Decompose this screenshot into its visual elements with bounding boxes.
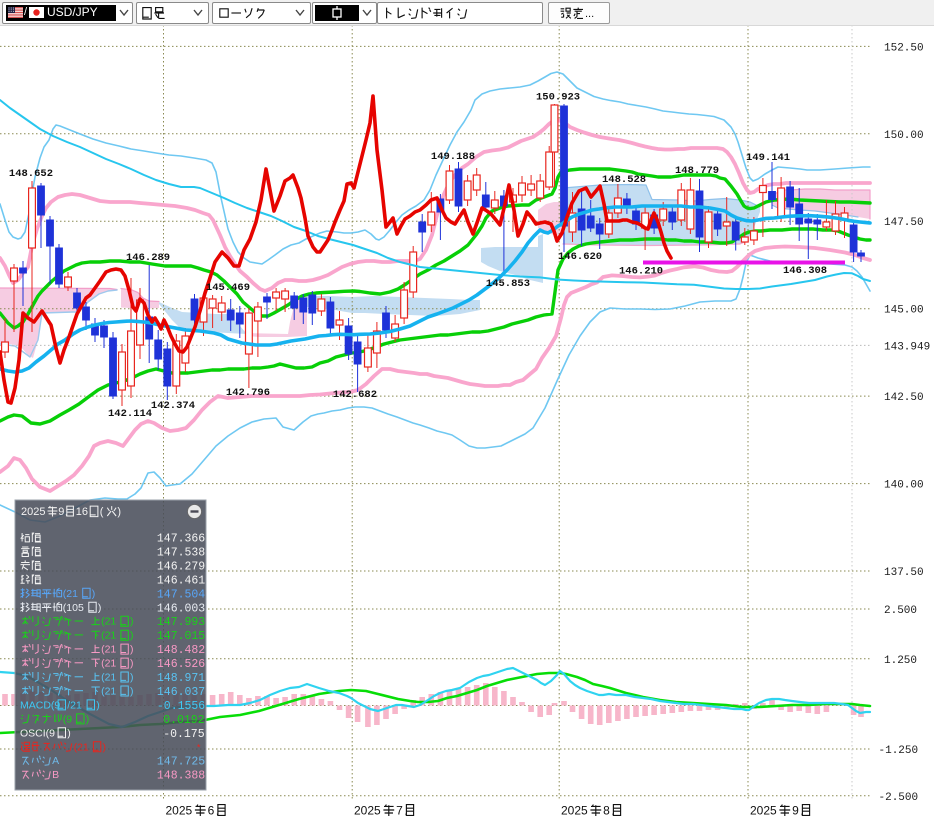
svg-text:-2.500: -2.500 <box>879 792 919 804</box>
svg-text:A: A <box>52 755 59 767</box>
svg-text:149.141: 149.141 <box>746 152 790 164</box>
svg-text:147.538: 147.538 <box>157 547 205 560</box>
svg-text:(21: (21 <box>101 616 116 628</box>
svg-text:MACD(9: MACD(9 <box>20 699 60 711</box>
svg-text:142.796: 142.796 <box>226 387 270 399</box>
svg-text:(: ( <box>100 506 104 518</box>
svg-text:146.210: 146.210 <box>619 266 663 278</box>
svg-text:146.620: 146.620 <box>558 251 602 263</box>
svg-text:149.188: 149.188 <box>431 151 475 163</box>
svg-text:146.289: 146.289 <box>126 252 170 264</box>
svg-text:8: 8 <box>603 803 610 817</box>
svg-text:): ) <box>130 644 134 656</box>
svg-text:): ) <box>86 713 90 725</box>
svg-text:150.00: 150.00 <box>884 130 924 142</box>
svg-text:2025: 2025 <box>750 803 777 817</box>
svg-text:148.482: 148.482 <box>157 644 205 657</box>
svg-text:(21: (21 <box>101 672 116 684</box>
svg-text:...: ... <box>585 8 594 20</box>
svg-text:OSCI(9: OSCI(9 <box>20 727 55 739</box>
svg-text:(9: (9 <box>63 713 72 725</box>
svg-text:(105: (105 <box>63 602 84 614</box>
svg-text:145.853: 145.853 <box>486 278 530 290</box>
svg-text:148.779: 148.779 <box>675 165 719 177</box>
svg-text:B: B <box>52 769 59 781</box>
svg-text:2025: 2025 <box>166 803 193 817</box>
svg-text:2025: 2025 <box>21 506 45 518</box>
svg-text:7: 7 <box>396 803 403 817</box>
svg-text:142.682: 142.682 <box>333 389 377 401</box>
svg-text:150.923: 150.923 <box>536 92 580 104</box>
svg-text:146.003: 146.003 <box>157 602 205 615</box>
svg-text:148.971: 148.971 <box>157 672 205 685</box>
svg-text:152.50: 152.50 <box>884 42 924 54</box>
svg-text:(21: (21 <box>63 588 78 600</box>
svg-text:): ) <box>96 699 100 711</box>
svg-text:142.114: 142.114 <box>108 408 152 420</box>
svg-text:9: 9 <box>58 506 64 518</box>
svg-text:): ) <box>117 506 121 518</box>
svg-text:148.388: 148.388 <box>157 770 205 783</box>
svg-text:): ) <box>98 602 102 614</box>
svg-text:2.500: 2.500 <box>884 605 917 617</box>
svg-text:9: 9 <box>792 803 799 817</box>
svg-text:): ) <box>130 658 134 670</box>
svg-text:145.469: 145.469 <box>206 282 250 294</box>
svg-text:148.652: 148.652 <box>9 168 53 180</box>
svg-text:): ) <box>130 616 134 628</box>
svg-text:(21: (21 <box>101 658 116 670</box>
svg-text:): ) <box>130 672 134 684</box>
svg-text:/21: /21 <box>67 699 82 711</box>
svg-text:148.528: 148.528 <box>602 174 646 186</box>
svg-text:147.725: 147.725 <box>157 756 205 769</box>
svg-text:1.250: 1.250 <box>884 655 917 667</box>
svg-text:2025: 2025 <box>354 803 381 817</box>
svg-text:2025: 2025 <box>561 803 588 817</box>
svg-text:143.949: 143.949 <box>884 341 930 353</box>
svg-text:146.308: 146.308 <box>783 265 827 277</box>
svg-text:): ) <box>130 630 134 642</box>
svg-text:-0.175: -0.175 <box>163 728 205 741</box>
svg-text:(21: (21 <box>74 741 89 753</box>
svg-text:): ) <box>67 727 71 739</box>
svg-text:146.461: 146.461 <box>157 574 205 587</box>
svg-text:142.374: 142.374 <box>151 400 195 412</box>
svg-text:(21: (21 <box>101 686 116 698</box>
svg-text:142.50: 142.50 <box>884 392 924 404</box>
svg-text:147.504: 147.504 <box>157 588 205 601</box>
svg-text:146.526: 146.526 <box>157 658 205 671</box>
svg-text:*: * <box>196 743 201 753</box>
svg-text:-1.250: -1.250 <box>879 745 919 757</box>
svg-text:147.993: 147.993 <box>157 616 205 629</box>
svg-text:-0.1556: -0.1556 <box>157 700 205 713</box>
svg-text:137.50: 137.50 <box>884 567 924 579</box>
svg-text:16: 16 <box>76 506 88 518</box>
svg-text:147.366: 147.366 <box>157 533 205 546</box>
svg-text:0.0192: 0.0192 <box>163 714 205 727</box>
svg-text:147.50: 147.50 <box>884 217 924 229</box>
svg-text:147.015: 147.015 <box>157 630 205 643</box>
svg-text:145.00: 145.00 <box>884 305 924 317</box>
svg-text:140.00: 140.00 <box>884 480 924 492</box>
svg-text:): ) <box>92 588 96 600</box>
svg-text:): ) <box>103 741 107 753</box>
svg-text:): ) <box>130 686 134 698</box>
svg-text:(21: (21 <box>101 630 116 642</box>
svg-text:(21: (21 <box>101 644 116 656</box>
svg-text:6: 6 <box>208 803 215 817</box>
svg-text:146.279: 146.279 <box>157 560 205 573</box>
svg-text:146.037: 146.037 <box>157 686 205 699</box>
